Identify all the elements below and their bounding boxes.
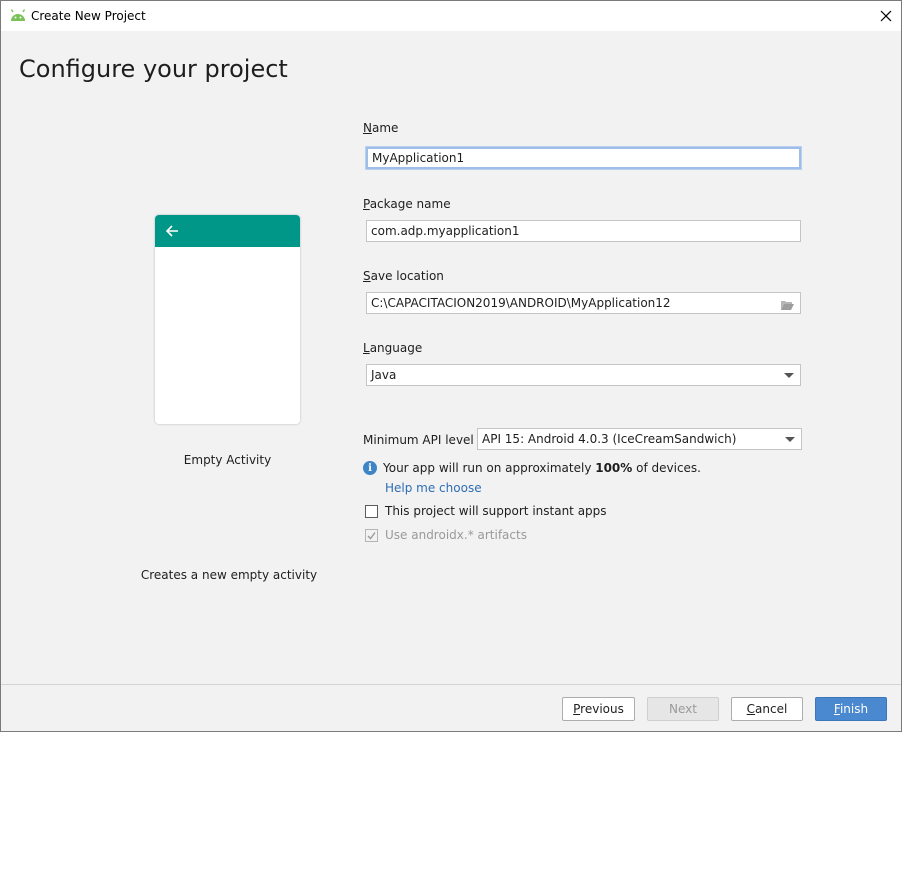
preview-appbar (155, 215, 300, 247)
cancel-button[interactable]: Cancel (731, 697, 803, 721)
title-bar: Create New Project (1, 1, 901, 31)
save-location-label: Save location (363, 269, 444, 283)
template-preview (155, 215, 300, 424)
template-description: Creates a new empty activity (140, 568, 318, 582)
info-icon: i (363, 461, 377, 475)
language-label: Language (363, 341, 423, 355)
chevron-down-icon (784, 373, 794, 378)
instant-apps-option[interactable]: This project will support instant apps (365, 504, 607, 518)
androidx-option: Use androidx.* artifacts (365, 528, 527, 542)
back-arrow-icon (165, 225, 178, 237)
package-input[interactable]: com.adp.myapplication1 (366, 220, 801, 242)
android-icon (9, 8, 27, 24)
instant-apps-checkbox[interactable] (365, 504, 378, 518)
androidx-label: Use androidx.* artifacts (385, 528, 527, 542)
previous-button[interactable]: Previous (562, 697, 635, 721)
window-title: Create New Project (31, 9, 146, 23)
androidx-checkbox (365, 528, 378, 542)
next-button[interactable]: Next (647, 697, 719, 721)
folder-icon[interactable] (780, 297, 795, 317)
name-input[interactable]: MyApplication1 (366, 147, 801, 169)
close-icon[interactable] (871, 1, 901, 31)
save-location-input[interactable]: C:\CAPACITACION2019\ANDROID\MyApplicatio… (366, 292, 801, 314)
checkmark-icon (367, 531, 376, 540)
finish-button[interactable]: Finish (815, 697, 887, 721)
footer-divider (1, 684, 901, 685)
page-title: Configure your project (19, 55, 288, 83)
instant-apps-label: This project will support instant apps (385, 504, 607, 518)
language-value: Java (371, 368, 397, 382)
create-project-dialog: Create New Project Configure your projec… (0, 0, 902, 732)
api-info: i Your app will run on approximately 100… (363, 461, 701, 475)
min-api-label: Minimum API level (363, 433, 474, 447)
info-text: Your app will run on approximately 100% … (383, 461, 701, 475)
name-label: Name (363, 121, 399, 135)
min-api-select[interactable]: API 15: Android 4.0.3 (IceCreamSandwich) (477, 428, 802, 450)
template-name: Empty Activity (183, 453, 272, 467)
chevron-down-icon (785, 437, 795, 442)
help-me-choose-link[interactable]: Help me choose (385, 481, 482, 495)
save-location-value: C:\CAPACITACION2019\ANDROID\MyApplicatio… (371, 296, 671, 310)
language-select[interactable]: Java (366, 364, 801, 386)
min-api-value: API 15: Android 4.0.3 (IceCreamSandwich) (482, 432, 737, 446)
package-label: Package name (363, 197, 451, 211)
